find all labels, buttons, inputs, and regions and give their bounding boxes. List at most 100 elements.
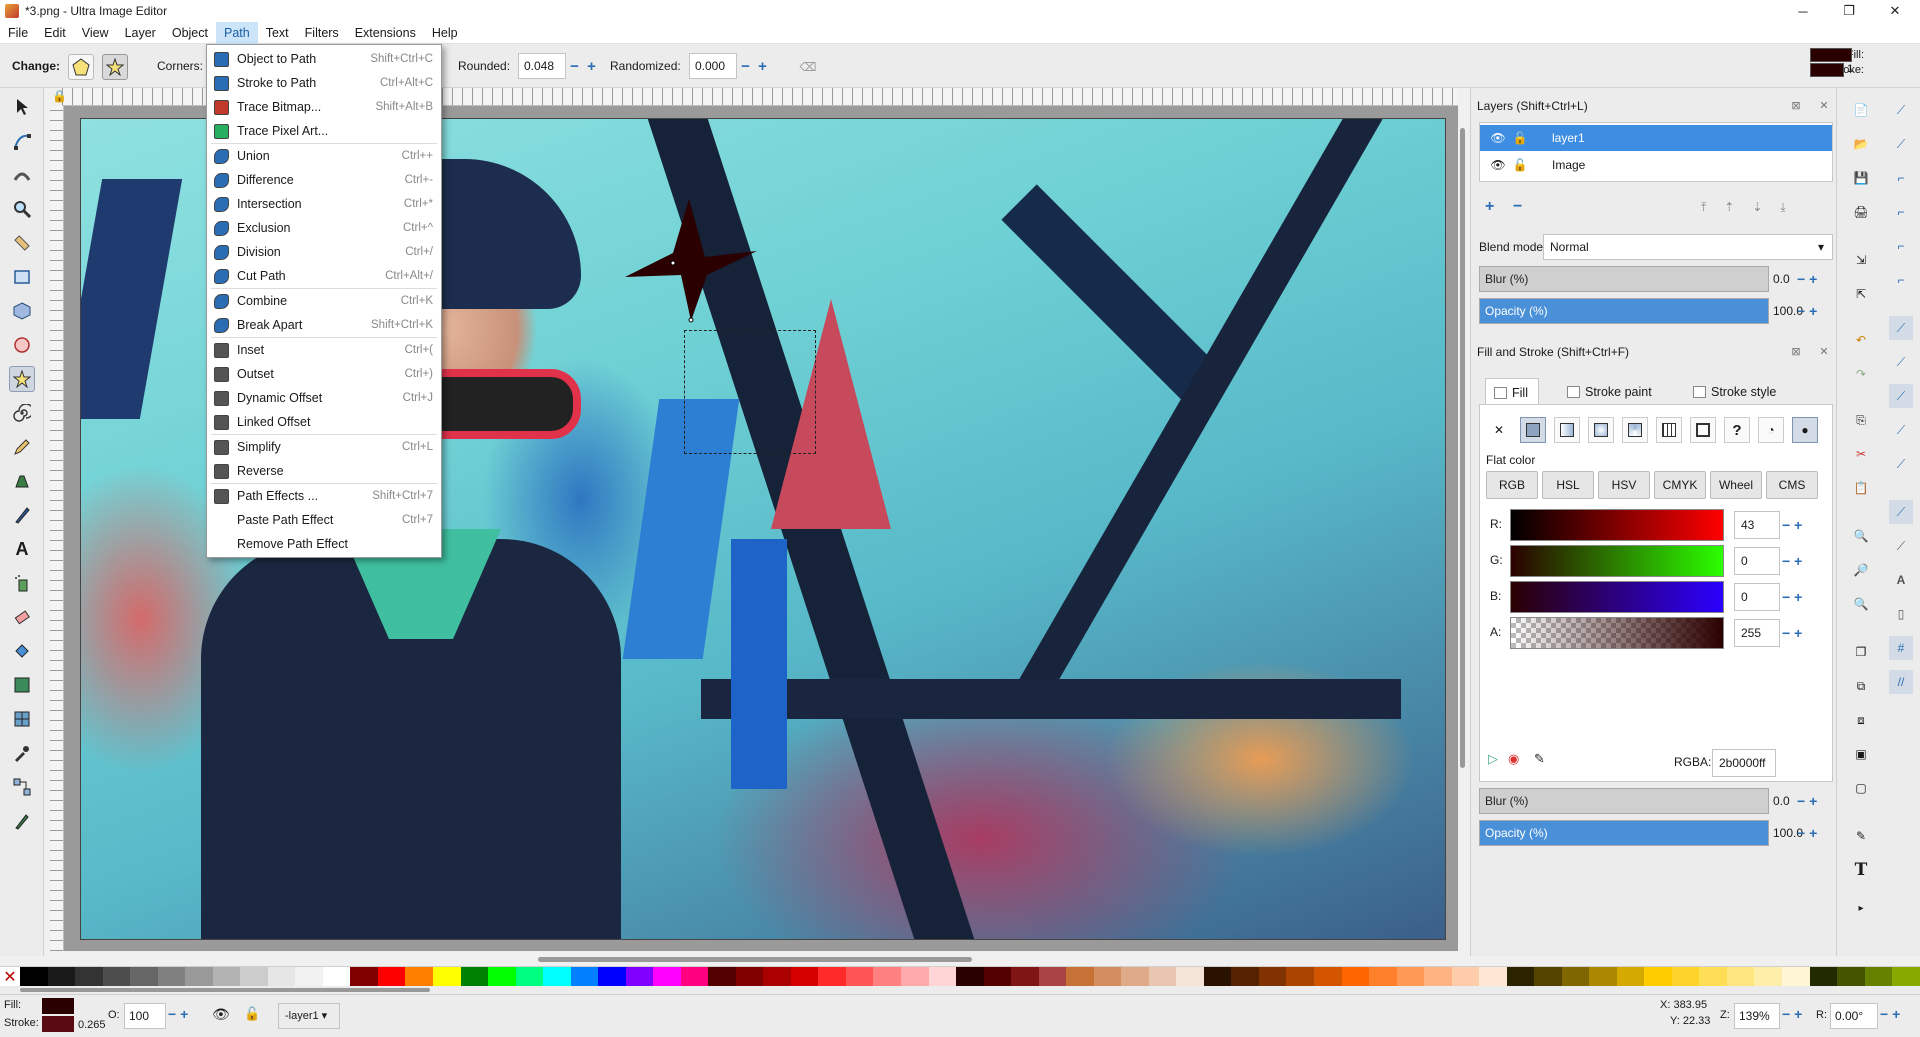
palette-swatch[interactable] (20, 967, 48, 987)
opacity-o-stepper[interactable]: − + (168, 1006, 188, 1022)
menu-layer[interactable]: Layer (117, 22, 164, 44)
palette-swatch[interactable] (1506, 967, 1535, 987)
menu-item-break-apart[interactable]: Break Apart Shift+Ctrl+K (207, 313, 441, 337)
menu-extensions[interactable]: Extensions (347, 22, 424, 44)
snap-nodes-icon[interactable]: ⟋ (1889, 316, 1913, 340)
palette-swatch[interactable] (1286, 967, 1314, 987)
mesh-gradient-icon[interactable] (1622, 417, 1648, 443)
zoom-tool-icon[interactable] (9, 196, 35, 222)
palette-swatch[interactable] (928, 967, 957, 987)
calligraphy-tool-icon[interactable] (9, 502, 35, 528)
open-icon[interactable]: 📂 (1849, 132, 1873, 156)
save-icon[interactable]: 💾 (1849, 166, 1873, 190)
layers-collapse-icon[interactable]: ⊠ (1789, 99, 1803, 113)
palette-swatch[interactable] (1424, 967, 1452, 987)
palette-swatch[interactable] (1534, 967, 1562, 987)
lock-icon[interactable]: 🔓 (1512, 130, 1528, 146)
mode-rgb-button[interactable]: RGB (1486, 471, 1538, 499)
layers-close-icon[interactable]: ✕ (1817, 99, 1831, 113)
palette-swatch[interactable] (1837, 967, 1865, 987)
palette-swatch[interactable] (405, 967, 433, 987)
remove-layer-icon[interactable]: − (1513, 198, 1522, 216)
palette-swatch[interactable] (1038, 967, 1067, 987)
r-slider[interactable] (1510, 509, 1724, 541)
horizontal-scrollbar[interactable] (64, 955, 1458, 965)
menu-help[interactable]: Help (424, 22, 466, 44)
no-paint-icon[interactable]: ✕ (1486, 417, 1512, 443)
tab-stroke-style[interactable]: Stroke style (1685, 378, 1786, 406)
snap-cusp-icon[interactable]: ⟋ (1889, 418, 1913, 442)
palette-swatch[interactable] (570, 967, 599, 987)
zoom-page-icon[interactable]: 🔍 (1849, 592, 1873, 616)
palette-swatch[interactable] (1313, 967, 1342, 987)
rectangle-tool-icon[interactable] (9, 264, 35, 290)
snap-text-baseline-icon[interactable]: A (1889, 568, 1913, 592)
mode-wheel-button[interactable]: Wheel (1710, 471, 1762, 499)
menu-item-linked-offset[interactable]: Linked Offset (207, 410, 441, 434)
radial-gradient-icon[interactable] (1588, 417, 1614, 443)
g-slider[interactable] (1510, 545, 1724, 577)
palette-swatch[interactable] (1754, 967, 1782, 987)
3d-box-tool-icon[interactable] (9, 298, 35, 324)
b-input[interactable]: 0 (1734, 583, 1780, 611)
node-tool-icon[interactable] (9, 128, 35, 154)
measure-tool-icon[interactable] (9, 230, 35, 256)
print-icon[interactable]: 🖨 (1849, 200, 1873, 224)
palette-swatch[interactable] (1809, 967, 1838, 987)
mode-cmyk-button[interactable]: CMYK (1654, 471, 1706, 499)
color-picker-icon[interactable]: ✎ (1534, 751, 1545, 767)
dropper-tool-icon[interactable] (9, 740, 35, 766)
snap-midpoint-icon[interactable]: ⌐ (1889, 234, 1913, 258)
b-slider[interactable] (1510, 581, 1724, 613)
layer-order-icons[interactable]: ⤒⇡⇣⤓ (1701, 200, 1804, 215)
palette-swatch[interactable] (1093, 967, 1122, 987)
palette-swatch[interactable] (1176, 967, 1204, 987)
palette-swatch[interactable] (1616, 967, 1645, 987)
import-icon[interactable]: ⇲ (1849, 248, 1873, 272)
r-stepper[interactable]: − + (1782, 511, 1802, 539)
menu-item-dynamic-offset[interactable]: Dynamic Offset Ctrl+J (207, 386, 441, 410)
palette-swatch[interactable] (75, 967, 103, 987)
palette-swatch[interactable] (1203, 967, 1232, 987)
palette-swatch[interactable] (488, 967, 516, 987)
layer-blur-value[interactable]: 0.0 (1773, 266, 1790, 292)
palette-swatch[interactable] (1561, 967, 1590, 987)
tab-fill[interactable]: Fill (1485, 378, 1539, 406)
tweak-tool-icon[interactable] (9, 162, 35, 188)
palette-swatch[interactable] (818, 967, 846, 987)
palette-swatch[interactable] (598, 967, 626, 987)
g-input[interactable]: 0 (1734, 547, 1780, 575)
scroll-thumb[interactable] (20, 988, 430, 992)
palette-swatch[interactable] (1589, 967, 1617, 987)
g-stepper[interactable]: − + (1782, 547, 1802, 575)
snap-bbox-icon[interactable]: ⟋ (1889, 132, 1913, 156)
mesh-tool-icon[interactable] (9, 706, 35, 732)
blend-mode-select[interactable]: Normal ▾ (1543, 234, 1833, 260)
palette-swatch[interactable] (212, 967, 241, 987)
lock-guides-icon[interactable]: 🔒 (52, 89, 67, 103)
menu-item-cut-path[interactable]: Cut Path Ctrl+Alt+/ (207, 264, 441, 288)
layer-blur-bar[interactable]: Blur (%) (1479, 266, 1769, 292)
menu-item-remove-path-effect[interactable]: Remove Path Effect (207, 532, 441, 556)
layer-lock-icon[interactable]: 🔓 (244, 1006, 260, 1022)
scroll-thumb[interactable] (538, 957, 972, 962)
palette-swatch[interactable] (240, 967, 268, 987)
palette-swatch[interactable] (1644, 967, 1672, 987)
eye-icon[interactable]: 👁 (1490, 130, 1506, 146)
snap-intersection-icon[interactable]: ⟋ (1889, 384, 1913, 408)
a-stepper[interactable]: − + (1782, 619, 1802, 647)
redo-icon[interactable]: ↷ (1849, 362, 1873, 386)
status-stroke-swatch[interactable] (42, 1016, 74, 1032)
palette-swatch[interactable] (1782, 967, 1810, 987)
snap-guide-icon[interactable]: // (1889, 670, 1913, 694)
palette-swatch[interactable] (1892, 967, 1920, 987)
fill-stroke-collapse-icon[interactable]: ⊠ (1789, 345, 1803, 359)
snap-page-icon[interactable]: ▯ (1889, 602, 1913, 626)
randomized-input[interactable]: 0.000 (689, 53, 737, 79)
palette-swatch[interactable] (130, 967, 158, 987)
menu-item-exclusion[interactable]: Exclusion Ctrl+^ (207, 216, 441, 240)
palette-swatch[interactable] (1121, 967, 1149, 987)
palette-swatch[interactable] (901, 967, 929, 987)
eraser-tool-icon[interactable] (9, 604, 35, 630)
palette-scrollbar[interactable] (0, 986, 1920, 994)
